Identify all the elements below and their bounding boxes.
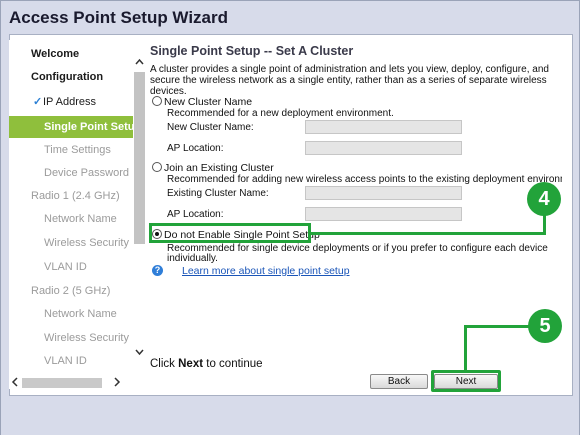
sidebar-item-time-settings[interactable]: Time Settings bbox=[9, 140, 133, 160]
highlight-next-button bbox=[431, 370, 501, 392]
callout-5-line-vertical bbox=[464, 325, 467, 371]
sidebar-item-radio2[interactable]: Radio 2 (5 GHz) bbox=[9, 281, 133, 301]
sidebar-item-welcome[interactable]: Welcome bbox=[9, 44, 133, 64]
existing-cluster-name-field[interactable] bbox=[305, 186, 462, 200]
sidebar-horizontal-scroll-thumb[interactable] bbox=[22, 378, 102, 388]
sidebar: Welcome Configuration ✓ IP Address Singl… bbox=[9, 40, 141, 378]
sidebar-item-radio1[interactable]: Radio 1 (2.4 GHz) bbox=[9, 186, 133, 206]
sidebar-item-ip-address[interactable]: ✓ IP Address bbox=[9, 92, 133, 112]
radio-label-join-cluster: Join an Existing Cluster bbox=[164, 162, 274, 174]
scroll-right-icon[interactable] bbox=[111, 376, 123, 388]
callout-5-line-horizontal bbox=[464, 325, 532, 328]
existing-cluster-name-label: Existing Cluster Name: bbox=[167, 188, 269, 199]
join-cluster-hint: Recommended for adding new wireless acce… bbox=[167, 174, 562, 185]
radio-label-new-cluster: New Cluster Name bbox=[164, 96, 253, 108]
sidebar-item-radio1-network-name[interactable]: Network Name bbox=[9, 209, 133, 229]
disable-hint-line2: individually. bbox=[167, 253, 218, 264]
checkmark-icon: ✓ bbox=[33, 96, 43, 108]
new-ap-location-field[interactable] bbox=[305, 141, 462, 155]
new-cluster-name-field[interactable] bbox=[305, 120, 462, 134]
sidebar-item-label: IP Address bbox=[43, 96, 96, 108]
window-title: Access Point Setup Wizard bbox=[1, 1, 579, 33]
callout-step-5: 5 bbox=[528, 309, 562, 343]
continue-suffix: to continue bbox=[203, 358, 263, 370]
continue-instruction: Click Next to continue bbox=[150, 358, 263, 370]
sidebar-item-single-point-setup[interactable]: Single Point Setup bbox=[9, 116, 141, 138]
new-cluster-hint: Recommended for a new deployment environ… bbox=[167, 108, 394, 119]
sidebar-item-device-password[interactable]: Device Password bbox=[9, 163, 133, 183]
page-heading: Single Point Setup -- Set A Cluster bbox=[150, 44, 354, 58]
scroll-down-icon[interactable] bbox=[134, 346, 145, 358]
page-description: A cluster provides a single point of adm… bbox=[150, 64, 549, 97]
continue-prefix: Click bbox=[150, 358, 179, 370]
radio-button-join-cluster[interactable] bbox=[152, 162, 162, 172]
help-icon[interactable]: ? bbox=[152, 265, 163, 276]
highlight-disable-option bbox=[149, 223, 311, 243]
continue-next-word: Next bbox=[178, 358, 204, 370]
disable-hint-line1: Recommended for single device deployment… bbox=[167, 243, 548, 254]
sidebar-item-configuration[interactable]: Configuration bbox=[9, 67, 133, 87]
learn-more-link[interactable]: Learn more about single point setup bbox=[182, 265, 350, 277]
sidebar-item-radio1-wireless-security[interactable]: Wireless Security bbox=[9, 233, 133, 253]
scroll-up-icon[interactable] bbox=[134, 56, 145, 68]
back-button[interactable]: Back bbox=[370, 374, 428, 389]
sidebar-item-radio2-vlan-id[interactable]: VLAN ID bbox=[9, 351, 133, 371]
callout-4-line-horizontal bbox=[310, 232, 546, 235]
new-ap-location-label: AP Location: bbox=[167, 143, 224, 154]
radio-button-new-cluster[interactable] bbox=[152, 96, 162, 106]
callout-step-4: 4 bbox=[527, 182, 561, 216]
sidebar-vertical-scroll-thumb[interactable] bbox=[134, 72, 145, 244]
radio-join-cluster[interactable]: Join an Existing Cluster bbox=[152, 162, 274, 174]
window-footer bbox=[1, 397, 579, 435]
scroll-left-icon[interactable] bbox=[9, 376, 21, 388]
sidebar-item-radio2-network-name[interactable]: Network Name bbox=[9, 304, 133, 324]
join-ap-location-label: AP Location: bbox=[167, 209, 224, 220]
radio-new-cluster[interactable]: New Cluster Name bbox=[152, 96, 252, 108]
sidebar-item-radio1-vlan-id[interactable]: VLAN ID bbox=[9, 257, 133, 277]
join-ap-location-field[interactable] bbox=[305, 207, 462, 221]
new-cluster-name-label: New Cluster Name: bbox=[167, 122, 254, 133]
sidebar-item-radio2-wireless-security[interactable]: Wireless Security bbox=[9, 328, 133, 348]
